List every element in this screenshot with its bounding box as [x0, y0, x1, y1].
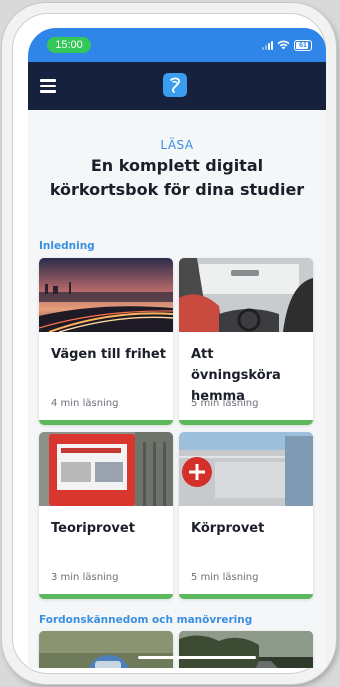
wifi-icon [277, 40, 290, 50]
hamburger-menu-icon[interactable] [40, 79, 56, 93]
forarprov-sign-image [39, 432, 173, 506]
card-title: Teoriprovet [51, 521, 135, 536]
forarprov-building-image [179, 432, 313, 506]
section-label-fordonskannedom: Fordonskännedom och manövrering [39, 614, 253, 626]
status-icons: 61 [262, 38, 312, 52]
article-card[interactable]: Att övningsköra hemma 5 min läsning [179, 258, 313, 425]
article-card[interactable] [179, 631, 313, 668]
article-card[interactable] [39, 631, 173, 668]
road-trees-image [179, 631, 313, 668]
status-bar: 15:00 61 [28, 28, 326, 62]
vintage-car-image [39, 631, 173, 668]
article-card[interactable]: Teoriprovet 3 min läsning [39, 432, 173, 599]
card-reading-time: 5 min läsning [191, 572, 259, 583]
card-progress-bar [39, 420, 173, 425]
card-reading-time: 4 min läsning [51, 398, 119, 409]
card-reading-time: 5 min läsning [191, 398, 259, 409]
article-card[interactable]: Körprovet 5 min läsning [179, 432, 313, 599]
cellular-signal-icon [262, 40, 273, 50]
card-reading-time: 3 min läsning [51, 572, 119, 583]
article-card[interactable]: Vägen till frihet 4 min läsning [39, 258, 173, 425]
home-indicator[interactable] [138, 656, 256, 659]
section-label-inledning: Inledning [39, 240, 95, 252]
app-screen: 15:00 61 LÄSA En komplett digital körkor… [28, 28, 326, 668]
section-eyebrow: LÄSA [160, 138, 194, 152]
card-progress-bar [39, 594, 173, 599]
battery-icon: 61 [294, 39, 312, 51]
city-night-traffic-image [39, 258, 173, 332]
main-content: LÄSA En komplett digital körkortsbok för… [28, 110, 326, 668]
card-title: Vägen till frihet [51, 347, 166, 362]
app-logo-icon[interactable] [163, 73, 187, 97]
card-title: Körprovet [191, 521, 265, 536]
card-progress-bar [179, 594, 313, 599]
car-interior-driving-image [179, 258, 313, 332]
status-time: 15:00 [47, 37, 91, 53]
card-progress-bar [179, 420, 313, 425]
app-header [28, 62, 326, 110]
page-title: En komplett digital körkortsbok för dina… [49, 156, 305, 199]
battery-level: 61 [299, 41, 307, 49]
